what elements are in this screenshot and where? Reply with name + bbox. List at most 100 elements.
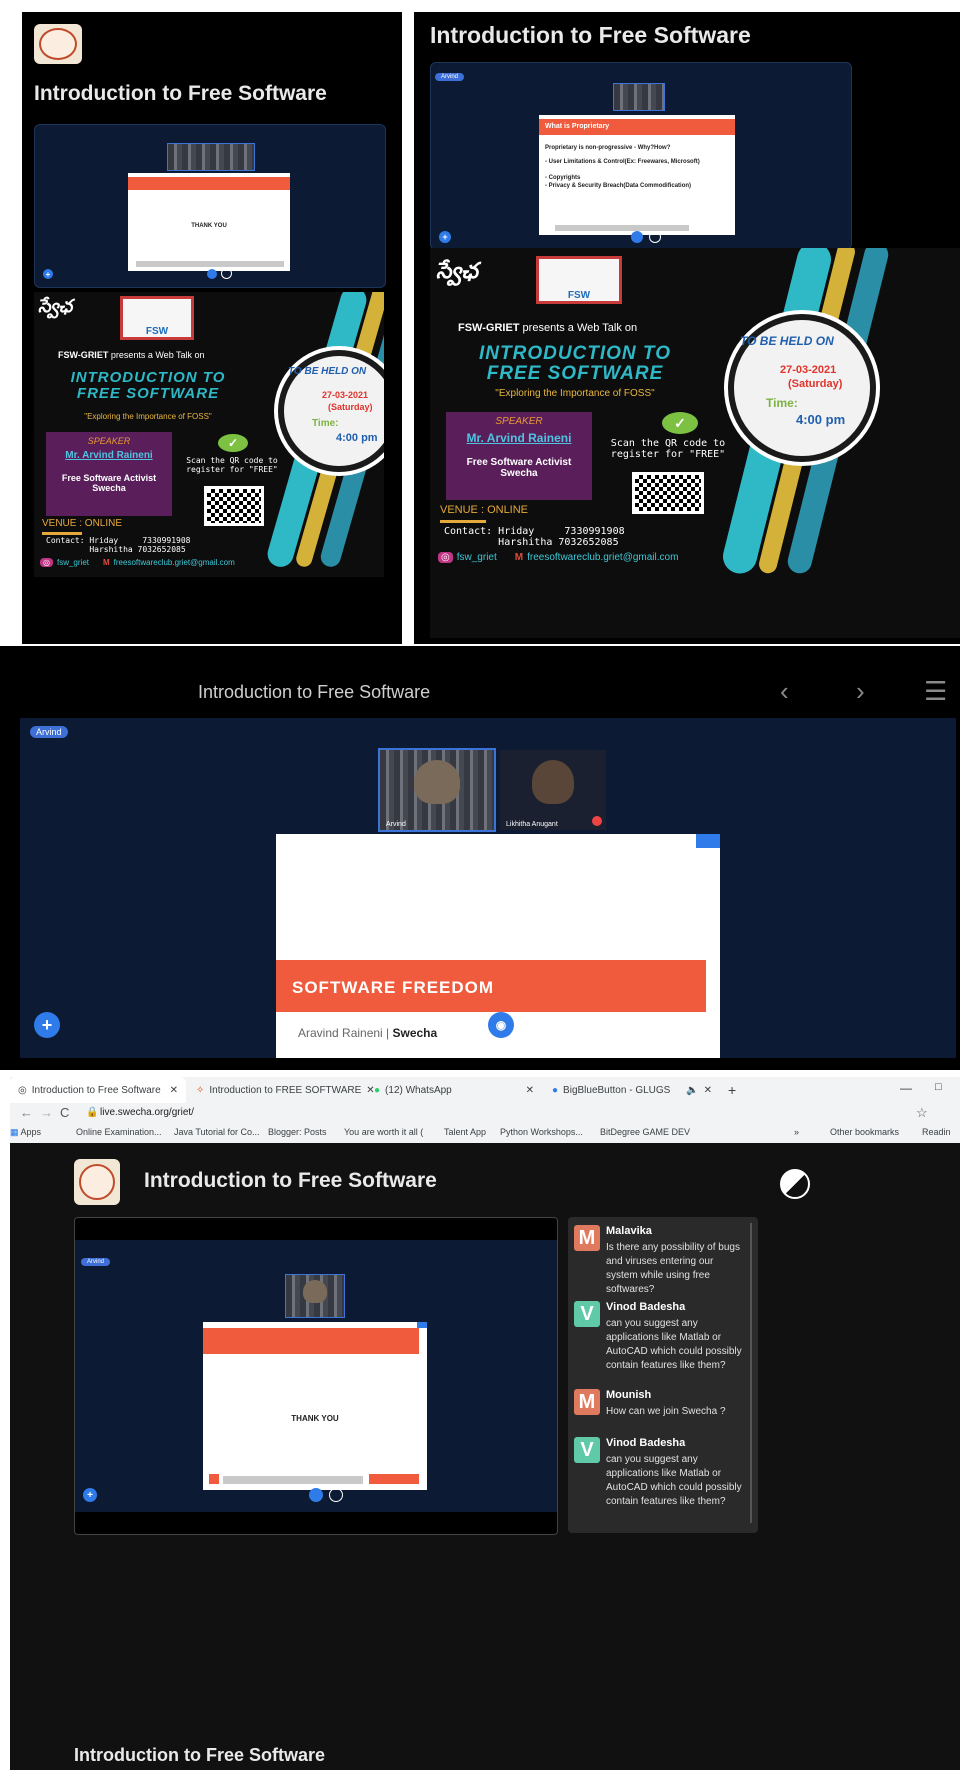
club-logo <box>74 1159 120 1205</box>
add-button[interactable]: + <box>439 231 451 243</box>
slide-text: THANK YOU <box>191 223 227 229</box>
poster-tagline: "Exploring the Importance of FOSS" <box>84 412 212 421</box>
close-icon[interactable]: ✕ <box>526 1085 534 1096</box>
video-label: Likhitha Anugant <box>506 821 558 828</box>
gmail-icon: M <box>514 552 524 563</box>
tab-whatsapp[interactable]: ● (12) WhatsApp ✕ <box>366 1077 542 1103</box>
add-button[interactable]: + <box>43 269 53 279</box>
camera-icon[interactable] <box>329 1488 343 1502</box>
slide-text: THANK YOU <box>291 1414 339 1423</box>
video-tile-participant: Likhitha Anugant <box>498 748 608 832</box>
chat-scrollbar[interactable] <box>750 1223 752 1523</box>
presentation-slide: THANK YOU <box>203 1322 427 1490</box>
add-button[interactable]: + <box>83 1488 97 1502</box>
slide-minimize-button[interactable] <box>696 834 720 848</box>
check-icon: ✓ <box>218 434 248 452</box>
headphones-icon[interactable]: ◉ <box>488 1012 514 1038</box>
apps-icon: ▦ <box>10 1127 19 1137</box>
slide-title: SOFTWARE FREEDOM <box>292 978 495 997</box>
qr-code[interactable] <box>632 472 704 514</box>
fsw-logo: FSW <box>120 296 194 340</box>
audio-button[interactable] <box>631 231 643 243</box>
avatar: V <box>574 1437 600 1463</box>
chat-text: can you suggest any applications like Ma… <box>606 1454 742 1507</box>
tab-ubuntu[interactable]: ✧ Introduction to FREE SOFTWARE ✕ <box>188 1077 375 1103</box>
meeting-window: Arvind What is Proprietary Proprietary i… <box>430 62 852 250</box>
bookmark-apps[interactable]: ▦ Apps <box>10 1127 41 1138</box>
bookmark-item[interactable]: Python Workshops... <box>500 1127 583 1137</box>
venue: VENUE : ONLINE <box>42 518 123 529</box>
chat-author: Vinod Badesha <box>606 1301 686 1313</box>
presenter-badge: Arvind <box>81 1258 111 1266</box>
meeting-window: THANK YOU + <box>34 124 386 288</box>
scan-qr-text: Scan the QR code to register for "FREE" <box>610 438 726 460</box>
avatar: M <box>574 1225 600 1251</box>
camera-icon[interactable]: ▣ <box>526 1012 554 1040</box>
headphones-icon[interactable] <box>309 1488 323 1502</box>
instagram-icon: ◎ <box>438 552 453 563</box>
slide-author: Aravind Raineni | Swecha <box>298 1026 438 1040</box>
bookmark-item[interactable]: BitDegree GAME DEV <box>600 1127 690 1137</box>
reading-list[interactable]: Readin <box>922 1127 951 1137</box>
poster-title: INTRODUCTION TO FREE SOFTWARE <box>70 369 226 402</box>
camera-button[interactable] <box>649 231 661 243</box>
globe-icon: ◎ <box>18 1084 27 1096</box>
bookmark-item[interactable]: Java Tutorial for Co... <box>174 1127 260 1137</box>
other-bookmarks[interactable]: Other bookmarks <box>830 1127 899 1137</box>
contact-info: Contact: Hriday 7330991908 Harshitha 703… <box>444 526 625 548</box>
tab-bbb[interactable]: ● BigBlueButton - GLUGS 🔈 ✕ <box>544 1077 720 1103</box>
qr-code[interactable] <box>204 486 264 526</box>
address-bar[interactable]: live.swecha.org/griet/ <box>100 1107 194 1118</box>
chat-text: How can we join Swecha ? <box>606 1406 726 1417</box>
audio-icon: 🔈 <box>686 1084 699 1096</box>
chat-panel: M Malavika Is there any possibility of b… <box>568 1217 758 1533</box>
prev-icon[interactable]: ‹ <box>780 676 789 707</box>
new-tab-button[interactable]: + <box>720 1077 744 1103</box>
gmail-icon: M <box>103 558 110 567</box>
fsw-logo: FSW <box>536 256 622 304</box>
video-tile <box>613 83 665 111</box>
star-icon[interactable]: ☆ <box>916 1105 928 1121</box>
swecha-logo-text: స్వేఛ <box>436 258 478 283</box>
lock-icon: 🔒 <box>86 1107 99 1118</box>
bookmark-item[interactable]: You are worth it all ( <box>344 1127 423 1137</box>
venue: VENUE : ONLINE <box>440 504 529 516</box>
speaker-box: SPEAKER Mr. Arvind Raineni Free Software… <box>46 432 172 516</box>
social-links: ◎ fsw_griet Mfreesoftwareclub.griet@gmail.… <box>40 558 235 567</box>
next-icon[interactable]: › <box>856 676 865 707</box>
bookmark-item[interactable]: Online Examination... <box>76 1127 162 1137</box>
bookmark-more[interactable]: » <box>794 1127 799 1137</box>
club-logo <box>34 24 82 64</box>
forward-icon[interactable]: → <box>40 1105 53 1120</box>
bbb-icon: ● <box>552 1084 559 1096</box>
audio-button[interactable] <box>207 269 217 279</box>
panel-middle: Introduction to Free Software ‹ › ☰ Arvi… <box>0 646 960 1070</box>
bookmark-item[interactable]: Blogger: Posts <box>268 1127 327 1137</box>
menu-icon[interactable]: ☰ <box>924 676 947 707</box>
maximize-icon[interactable]: □ <box>935 1081 942 1093</box>
slide-line: Proprietary is non-progressive - Why?How… <box>545 145 671 151</box>
contact-info: Contact: Hriday 7330991908 Harshitha 703… <box>46 536 191 554</box>
browser-chrome: ◎ Introduction to Free Software ✕ ✧ Introdu… <box>10 1077 960 1143</box>
date-badge: TO BE HELD ON 27-03-2021 (Saturday) Time… <box>278 350 384 472</box>
video-tile <box>285 1274 345 1318</box>
bookmark-item[interactable]: Talent App <box>444 1127 486 1137</box>
presentation-slide: THANK YOU <box>128 173 290 271</box>
whatsapp-icon: ● <box>374 1084 381 1096</box>
slide-bullet: - Copyrights <box>545 175 581 181</box>
close-icon[interactable]: ✕ <box>170 1085 178 1096</box>
player-frame: Arvind THANK YOU + <box>74 1217 558 1535</box>
social-links: ◎ fsw_griet Mfreesoftwareclub.griet@gmail.… <box>438 552 678 563</box>
back-icon[interactable]: ← <box>20 1105 33 1120</box>
tab-swecha[interactable]: ◎ Introduction to Free Software ✕ <box>10 1077 186 1103</box>
theme-toggle-icon[interactable] <box>780 1169 810 1199</box>
add-button[interactable]: + <box>34 1012 60 1038</box>
close-icon[interactable]: ✕ <box>704 1085 712 1096</box>
event-poster: స్వేఛ FSW FSW-GRIET presents a Web Talk … <box>430 248 960 638</box>
slide-bullet: - User Limitations & Control(Ex: Freewar… <box>545 159 700 165</box>
camera-button[interactable] <box>221 268 232 279</box>
chat-author: Mounish <box>606 1389 652 1401</box>
minimize-icon[interactable]: — <box>900 1081 912 1095</box>
speaker-box: SPEAKER Mr. Arvind Raineni Free Software… <box>446 412 592 500</box>
reload-icon[interactable]: C <box>60 1105 69 1120</box>
